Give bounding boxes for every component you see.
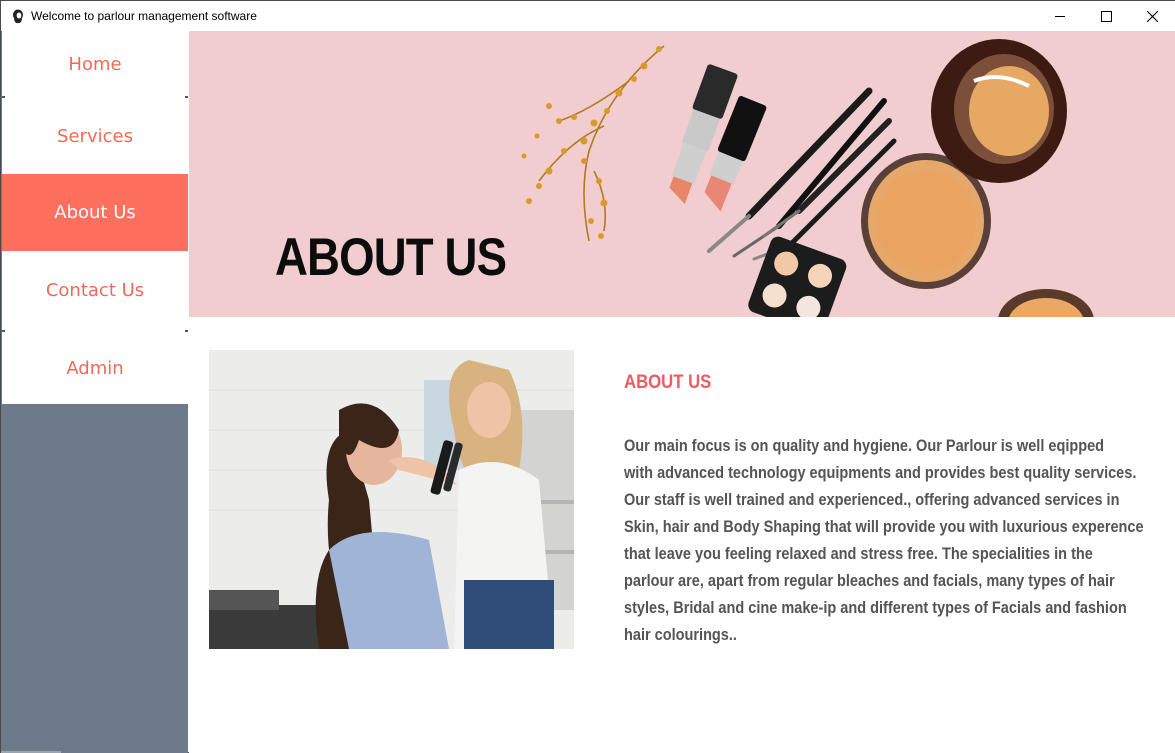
- sidebar: Home Services About Us Contact Us Admin: [1, 31, 188, 753]
- sidebar-item-services[interactable]: Services: [2, 98, 188, 174]
- minimize-icon: [1055, 16, 1065, 17]
- app-window: Welcome to parlour management software H…: [0, 0, 1175, 753]
- about-line: with advanced technology equipments and …: [624, 464, 1137, 482]
- about-line: parlour are, apart from regular bleaches…: [624, 572, 1115, 590]
- about-line: Our main focus is on quality and hygiene…: [624, 437, 1105, 455]
- app-logo-icon: [13, 9, 23, 24]
- about-line: that leave you feeling relaxed and stres…: [624, 545, 1093, 563]
- maximize-button[interactable]: [1083, 1, 1129, 31]
- minimize-button-main[interactable]: [1037, 1, 1083, 31]
- main-content: ABOUT US ABOUT US Our main focus is on q…: [189, 31, 1175, 753]
- about-line: Our staff is well trained and experience…: [624, 491, 1120, 509]
- sidebar-item-admin[interactable]: Admin: [2, 332, 188, 404]
- sidebar-item-about-us[interactable]: About Us: [2, 174, 188, 251]
- title-bar[interactable]: Welcome to parlour management software: [1, 1, 1174, 31]
- maximize-icon: [1100, 10, 1112, 22]
- sidebar-item-contact-us[interactable]: Contact Us: [2, 251, 188, 330]
- close-icon: [1146, 10, 1158, 22]
- salon-photo: [209, 350, 574, 649]
- about-banner: ABOUT US: [189, 31, 1175, 317]
- about-line: hair colourings..: [624, 626, 737, 644]
- about-line: styles, Bridal and cine make-ip and diff…: [624, 599, 1127, 617]
- stylist-photo-illustration: [209, 350, 574, 649]
- window-title: Welcome to parlour management software: [31, 9, 257, 23]
- eyeshadow-palette-illustration: [748, 236, 847, 317]
- sidebar-nav: Home Services About Us Contact Us Admin: [2, 31, 188, 404]
- flower-branch-illustration: [538, 45, 665, 242]
- about-description: Our main focus is on quality and hygiene…: [624, 433, 1152, 649]
- about-line: Skin, hair and Body Shaping that will pr…: [624, 518, 1144, 536]
- about-heading: ABOUT US: [624, 372, 712, 393]
- sidebar-item-home[interactable]: Home: [2, 31, 188, 97]
- compact-powder-illustration: [861, 39, 1067, 289]
- close-button[interactable]: [1129, 1, 1175, 31]
- banner-title: ABOUT US: [275, 228, 507, 287]
